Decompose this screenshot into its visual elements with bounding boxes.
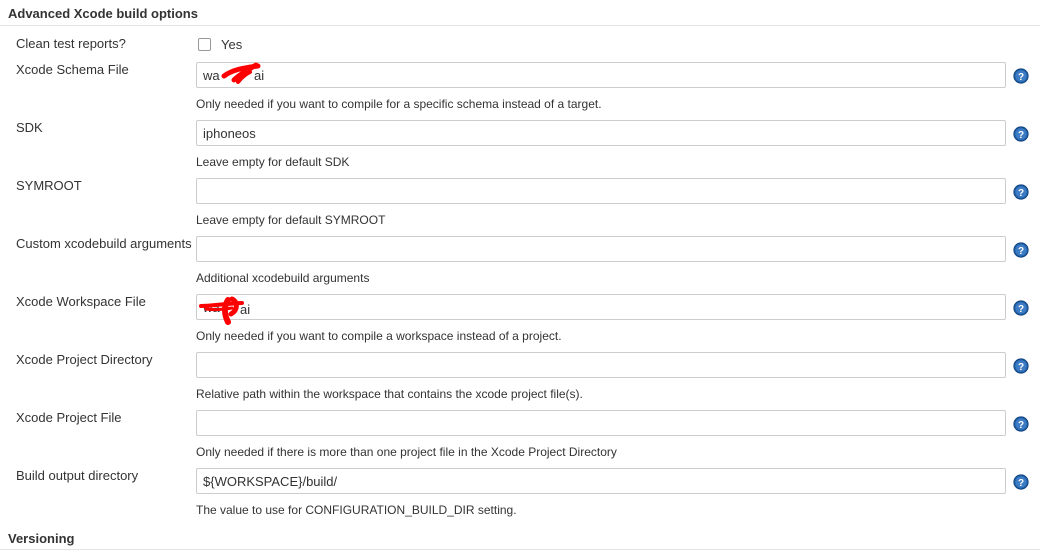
help-icon[interactable]: ?: [1013, 474, 1029, 490]
xcode-schema-file-input[interactable]: [197, 63, 1005, 87]
build-output-directory-input[interactable]: [197, 469, 1005, 493]
xcode-project-file-label: Xcode Project File: [16, 410, 122, 425]
build-output-directory-description: The value to use for CONFIGURATION_BUILD…: [196, 503, 517, 517]
xcode-project-directory-label: Xcode Project Directory: [16, 352, 153, 367]
build-output-directory-label: Build output directory: [16, 468, 139, 483]
help-icon[interactable]: ?: [1013, 126, 1029, 142]
svg-text:?: ?: [1018, 246, 1024, 257]
xcode-project-directory-description: Relative path within the workspace that …: [196, 387, 583, 401]
xcode-project-file-field[interactable]: [196, 410, 1006, 436]
symroot-input[interactable]: [197, 179, 1005, 203]
sdk-label: SDK: [16, 120, 43, 135]
custom-xcodebuild-arguments-input[interactable]: [197, 237, 1005, 261]
svg-text:?: ?: [1018, 304, 1024, 315]
svg-text:?: ?: [1018, 130, 1024, 141]
xcode-schema-file-field[interactable]: [196, 62, 1006, 88]
versioning-divider: [0, 549, 1040, 550]
symroot-field[interactable]: [196, 178, 1006, 204]
clean-test-reports-label: Clean test reports?: [16, 36, 126, 51]
section-divider: [0, 25, 1040, 26]
svg-text:?: ?: [1018, 362, 1024, 373]
section-title: Advanced Xcode build options: [8, 6, 198, 21]
svg-text:?: ?: [1018, 188, 1024, 199]
custom-xcodebuild-arguments-label: Custom xcodebuild arguments: [16, 236, 192, 251]
clean-test-reports-checkbox[interactable]: [198, 38, 211, 51]
xcode-workspace-file-label: Xcode Workspace File: [16, 294, 146, 309]
help-icon[interactable]: ?: [1013, 358, 1029, 374]
sdk-input[interactable]: [197, 121, 1005, 145]
build-output-directory-field[interactable]: [196, 468, 1006, 494]
symroot-description: Leave empty for default SYMROOT: [196, 213, 386, 227]
xcode-project-file-description: Only needed if there is more than one pr…: [196, 445, 617, 459]
svg-text:?: ?: [1018, 420, 1024, 431]
xcode-project-file-input[interactable]: [197, 411, 1005, 435]
help-icon[interactable]: ?: [1013, 184, 1029, 200]
xcode-workspace-file-input[interactable]: [197, 295, 1005, 319]
versioning-section-title: Versioning: [8, 531, 75, 546]
xcode-workspace-file-field[interactable]: [196, 294, 1006, 320]
help-icon[interactable]: ?: [1013, 416, 1029, 432]
xcode-schema-file-value-tail: ai: [254, 68, 265, 83]
xcode-project-directory-input[interactable]: [197, 353, 1005, 377]
help-icon[interactable]: ?: [1013, 300, 1029, 316]
help-icon[interactable]: ?: [1013, 242, 1029, 258]
xcode-schema-file-label: Xcode Schema File: [16, 62, 129, 77]
sdk-description: Leave empty for default SDK: [196, 155, 350, 169]
help-icon[interactable]: ?: [1013, 68, 1029, 84]
xcode-workspace-file-description: Only needed if you want to compile a wor…: [196, 329, 562, 343]
sdk-field[interactable]: [196, 120, 1006, 146]
xcode-schema-file-description: Only needed if you want to compile for a…: [196, 97, 602, 111]
xcode-project-directory-field[interactable]: [196, 352, 1006, 378]
svg-text:?: ?: [1018, 72, 1024, 83]
clean-test-reports-yes-label: Yes: [221, 37, 243, 52]
svg-text:?: ?: [1018, 478, 1024, 489]
custom-xcodebuild-arguments-description: Additional xcodebuild arguments: [196, 271, 370, 285]
symroot-label: SYMROOT: [16, 178, 82, 193]
xcode-workspace-file-value-tail: ai: [240, 302, 251, 317]
custom-xcodebuild-arguments-field[interactable]: [196, 236, 1006, 262]
